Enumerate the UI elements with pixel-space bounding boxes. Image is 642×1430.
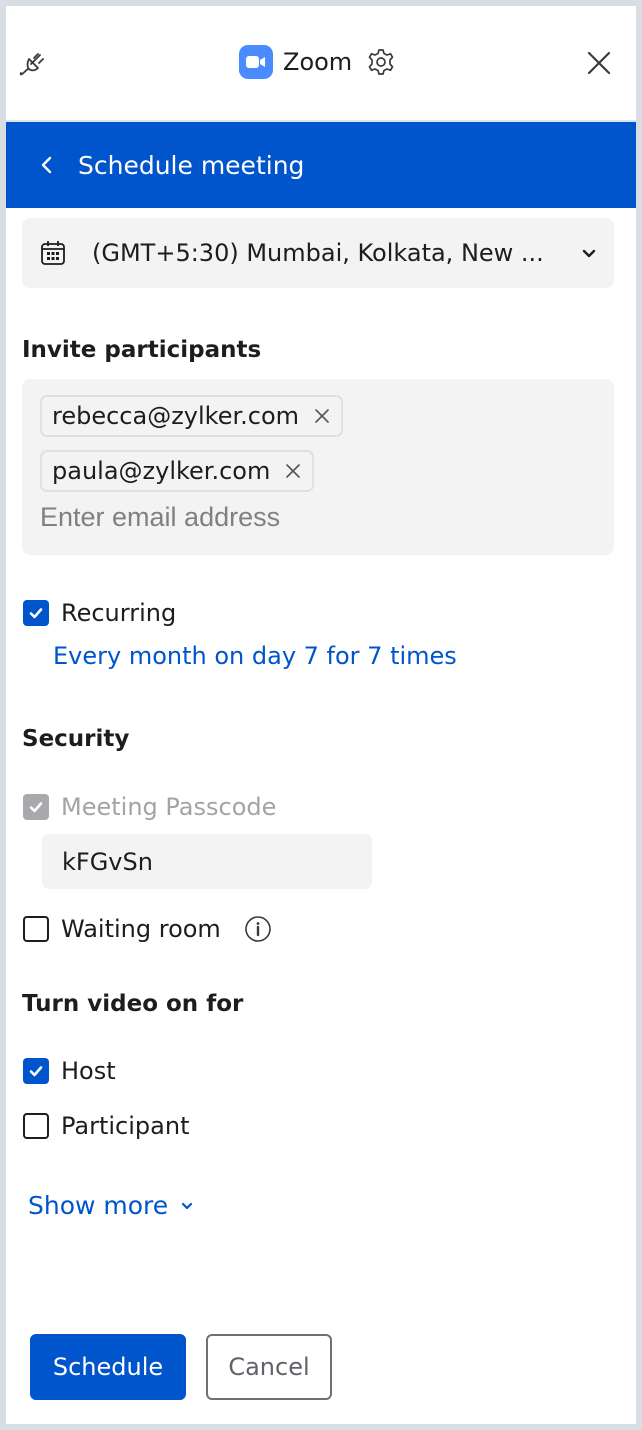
remove-participant-icon[interactable] <box>284 462 302 480</box>
show-more-link[interactable]: Show more <box>28 1191 196 1220</box>
waiting-room-label: Waiting room <box>61 915 221 943</box>
checkbox-unchecked-icon[interactable] <box>23 1113 49 1139</box>
recurrence-summary-link[interactable]: Every month on day 7 for 7 times <box>53 642 457 670</box>
zoom-logo-icon <box>239 45 273 79</box>
security-label: Security <box>22 726 130 752</box>
chevron-down-icon <box>582 249 596 258</box>
video-host-label: Host <box>61 1057 116 1085</box>
recurring-label: Recurring <box>61 599 177 627</box>
recurring-checkbox[interactable]: Recurring <box>23 599 176 627</box>
cancel-button[interactable]: Cancel <box>206 1334 332 1400</box>
show-more-label: Show more <box>28 1191 169 1220</box>
chevron-down-icon <box>182 1202 193 1209</box>
checkbox-checked-icon[interactable] <box>23 1058 49 1084</box>
zoom-panel: Zoom Schedule meeting (GMT+5:30) Mumbai,… <box>6 6 636 1424</box>
app-title: Zoom <box>283 48 353 76</box>
info-icon[interactable] <box>243 914 273 944</box>
participant-chip: paula@zylker.com <box>40 450 315 492</box>
chevron-left-icon[interactable] <box>34 152 60 178</box>
passcode-input[interactable] <box>42 834 372 889</box>
waiting-room-checkbox[interactable]: Waiting room <box>23 914 273 944</box>
email-input[interactable] <box>40 497 580 537</box>
checkbox-checked-icon[interactable] <box>23 600 49 626</box>
video-participant-checkbox[interactable]: Participant <box>23 1112 189 1140</box>
turn-video-on-label: Turn video on for <box>22 991 244 1017</box>
meeting-passcode-label: Meeting Passcode <box>61 793 277 821</box>
checkbox-checked-disabled-icon <box>23 794 49 820</box>
gear-icon[interactable] <box>366 47 396 77</box>
checkbox-unchecked-icon[interactable] <box>23 916 49 942</box>
remove-participant-icon[interactable] <box>313 407 331 425</box>
nav-bar: Schedule meeting <box>6 122 636 208</box>
participants-field[interactable]: rebecca@zylker.com paula@zylker.com <box>22 379 614 555</box>
schedule-button[interactable]: Schedule <box>30 1334 186 1400</box>
video-host-checkbox[interactable]: Host <box>23 1057 116 1085</box>
top-bar: Zoom <box>6 6 636 120</box>
participant-email: paula@zylker.com <box>52 457 271 485</box>
page-title: Schedule meeting <box>78 150 305 180</box>
meeting-passcode-checkbox: Meeting Passcode <box>23 793 276 821</box>
participant-chip: rebecca@zylker.com <box>40 395 344 437</box>
close-icon[interactable] <box>584 48 614 78</box>
timezone-value: (GMT+5:30) Mumbai, Kolkata, New ... <box>92 239 544 267</box>
timezone-select[interactable]: (GMT+5:30) Mumbai, Kolkata, New ... <box>22 218 614 288</box>
video-participant-label: Participant <box>61 1112 190 1140</box>
calendar-icon <box>41 241 65 265</box>
app-title-group: Zoom <box>239 44 396 80</box>
invite-participants-label: Invite participants <box>22 337 262 363</box>
plug-icon[interactable] <box>18 46 52 80</box>
participant-email: rebecca@zylker.com <box>52 402 300 430</box>
